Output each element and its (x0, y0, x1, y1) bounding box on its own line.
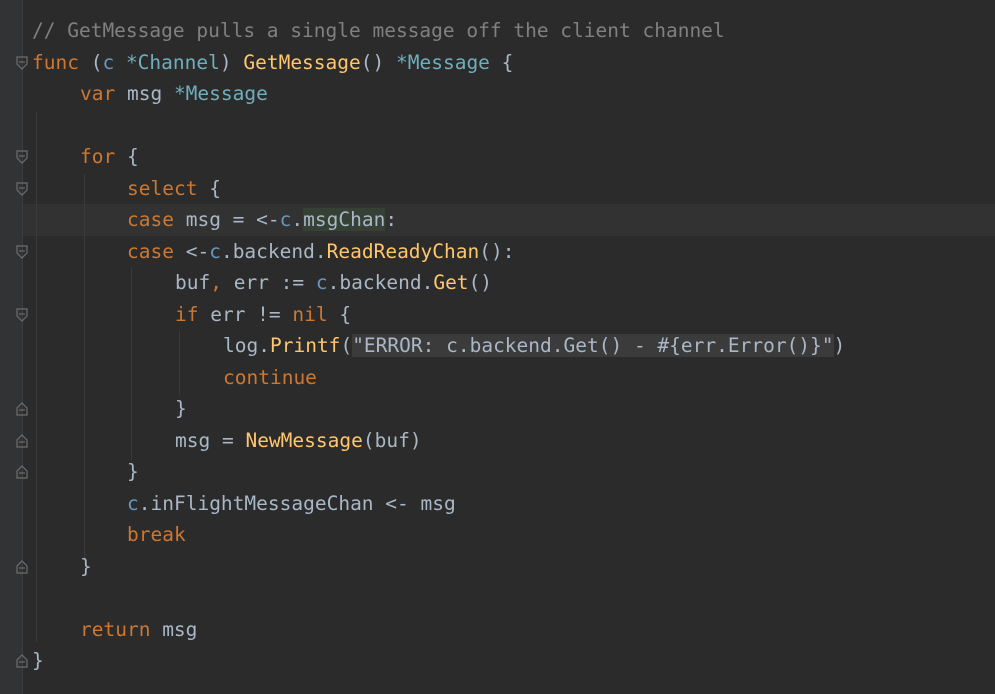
editor-gutter[interactable] (0, 0, 22, 694)
function-name: GetMessage (243, 51, 361, 74)
punctuation: ) (219, 51, 244, 74)
receiver-type: *Channel (114, 51, 220, 74)
keyword-case: case (127, 240, 174, 263)
brace: { (327, 303, 352, 326)
function-call: NewMessage (245, 429, 363, 452)
code-line-12[interactable]: continue (223, 362, 317, 393)
fold-open-icon[interactable] (15, 150, 29, 164)
fold-close-icon[interactable] (15, 654, 29, 668)
indent-guide (36, 112, 37, 642)
brace: } (175, 397, 187, 420)
paren: ( (340, 334, 353, 357)
punctuation: ( (78, 51, 103, 74)
receiver-ref: c (315, 271, 328, 294)
receiver-name: c (102, 51, 115, 74)
paren: ) (833, 334, 846, 357)
brace: { (197, 177, 221, 200)
code-line-5[interactable]: for { (80, 141, 139, 172)
keyword-case: case (127, 208, 174, 231)
expression: .inFlightMessageChan <- msg (138, 492, 456, 515)
comma: , (210, 271, 222, 294)
keyword-nil: nil (292, 303, 328, 326)
indent-guide (131, 268, 132, 460)
code-line-17[interactable]: break (127, 519, 186, 550)
return-type: *Message (396, 51, 490, 74)
receiver-ref: c (279, 208, 292, 231)
code-line-13[interactable]: } (175, 393, 187, 424)
expression: err := (221, 271, 316, 294)
brace: { (115, 145, 139, 168)
code-editor[interactable]: // GetMessage pulls a single message off… (0, 0, 995, 694)
package-log: log (223, 334, 259, 357)
code-line-16[interactable]: c.inFlightMessageChan <- msg (127, 488, 456, 519)
keyword-for: for (80, 145, 116, 168)
keyword-func: func (32, 51, 79, 74)
brace: { (489, 51, 514, 74)
dot: . (291, 208, 304, 231)
identifier: msg (150, 618, 198, 641)
indent-guide (84, 174, 85, 558)
identifier: buf (175, 271, 211, 294)
method-name: ReadReadyChan (326, 240, 480, 263)
fold-close-icon[interactable] (15, 402, 29, 416)
gutter-divider (22, 0, 23, 694)
code-line-18[interactable]: } (80, 551, 92, 582)
brace: } (32, 649, 44, 672)
keyword-var: var (80, 82, 116, 105)
fold-open-icon[interactable] (15, 245, 29, 259)
expression: msg = <- (173, 208, 280, 231)
receiver-ref: c (209, 240, 221, 263)
expression: msg = (175, 429, 246, 452)
colon: : (385, 208, 398, 231)
expression: .backend. (327, 271, 434, 294)
code-line-3[interactable]: var msg *Message (80, 78, 268, 109)
fold-close-icon[interactable] (15, 465, 29, 479)
code-line-21[interactable]: } (32, 645, 44, 676)
code-line-14[interactable]: msg = NewMessage(buf) (175, 425, 422, 456)
brace: } (127, 460, 139, 483)
type-name: *Message (173, 82, 268, 105)
brace: } (80, 555, 92, 578)
code-line-6[interactable]: select { (127, 173, 221, 204)
fold-open-icon[interactable] (15, 182, 29, 196)
code-line-10[interactable]: if err != nil { (175, 299, 351, 330)
keyword-continue: continue (223, 366, 317, 389)
fold-close-icon[interactable] (15, 560, 29, 574)
expression: () (468, 271, 493, 294)
string-literal: "ERROR: c.backend.Get() - #{err.Error()}… (352, 334, 834, 357)
comment: // GetMessage pulls a single message off… (32, 19, 725, 42)
keyword-break: break (127, 523, 186, 546)
code-line-8[interactable]: case <-c.backend.ReadReadyChan(): (127, 236, 514, 267)
indent-guide (179, 331, 180, 395)
keyword-select: select (127, 177, 198, 200)
expression: (buf) (362, 429, 422, 452)
code-line-1[interactable]: // GetMessage pulls a single message off… (32, 15, 725, 46)
code-line-15[interactable]: } (127, 456, 139, 487)
code-line-20[interactable]: return msg (80, 614, 197, 645)
keyword-return: return (80, 618, 151, 641)
params: () (360, 51, 396, 74)
expression: <- (173, 240, 210, 263)
field-msgchan: msgChan (303, 208, 386, 231)
code-line-7[interactable]: case msg = <-c.msgChan: (127, 204, 397, 235)
receiver-ref: c (127, 492, 139, 515)
fold-open-icon[interactable] (15, 56, 29, 70)
method-name: Get (433, 271, 469, 294)
method-name: Printf (269, 334, 341, 357)
fold-open-icon[interactable] (15, 308, 29, 322)
expression: .backend. (220, 240, 327, 263)
expression: (): (479, 240, 515, 263)
keyword-if: if (175, 303, 199, 326)
identifier: msg (115, 82, 174, 105)
code-line-11[interactable]: log.Printf("ERROR: c.backend.Get() - #{e… (223, 330, 845, 361)
code-line-9[interactable]: buf, err := c.backend.Get() (175, 267, 492, 298)
fold-close-icon[interactable] (15, 434, 29, 448)
dot: . (258, 334, 270, 357)
code-line-2[interactable]: func (c *Channel) GetMessage() *Message … (32, 47, 513, 78)
expression: err != (198, 303, 293, 326)
